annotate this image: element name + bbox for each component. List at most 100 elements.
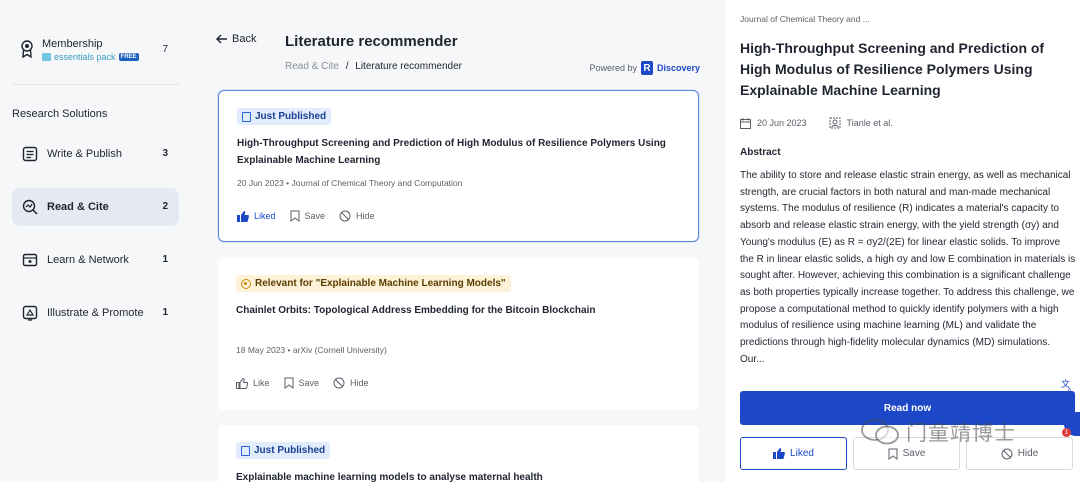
hide-label: Hide (356, 211, 375, 221)
save-button[interactable]: Save (290, 210, 326, 222)
detail-journal: Journal of Chemical Theory and ... (740, 14, 870, 24)
watermark-text: 门童靖博士 (906, 421, 1016, 445)
sidebar-item-count: 1 (162, 307, 168, 318)
sidebar-item-illustrate-promote[interactable]: Illustrate & Promote 1 (12, 294, 179, 332)
illustrate-icon (22, 305, 38, 321)
hide-icon (339, 210, 351, 222)
save-label: Save (304, 211, 326, 221)
detail-authors: Tianle et al. (846, 118, 893, 128)
arrow-left-icon (216, 34, 227, 44)
back-button[interactable]: Back (216, 33, 256, 45)
hide-button[interactable]: Hide (333, 377, 369, 389)
wechat-icon (861, 419, 899, 445)
sidebar-item-label: Read & Cite (47, 201, 109, 213)
badge-label: Relevant for "Explainable Machine Learni… (255, 278, 506, 289)
article-card[interactable]: Just Published High-Throughput Screening… (218, 90, 699, 242)
notification-badge: 1 (1062, 428, 1071, 437)
just-published-badge: Just Published (237, 108, 332, 125)
hide-icon (333, 377, 345, 389)
abstract-text: The ability to store and release elastic… (740, 170, 1076, 365)
write-icon (22, 146, 38, 162)
sidebar-item-count: 1 (162, 254, 168, 265)
badge-label: Just Published (254, 445, 326, 456)
sidebar-item-count: 3 (162, 148, 168, 159)
discovery-brand: Discovery (656, 63, 700, 73)
detail-meta: 20 Jun 2023 Tianle et al. (740, 117, 893, 129)
bookmark-icon (284, 377, 294, 389)
bookmark-icon (290, 210, 300, 222)
book-icon (242, 111, 251, 122)
award-icon (21, 40, 33, 58)
detail-hide-label: Hide (1017, 448, 1039, 459)
membership-count: 7 (162, 44, 168, 55)
detail-liked-button[interactable]: Liked (740, 437, 847, 470)
research-solutions-heading: Research Solutions (12, 108, 108, 120)
thumbs-up-icon (236, 377, 248, 389)
sidebar-item-label: Learn & Network (47, 254, 129, 266)
article-actions: Like Save Hide (236, 377, 369, 389)
abstract-heading: Abstract (740, 147, 781, 158)
hide-icon (1001, 448, 1013, 459)
read-cite-icon (22, 199, 38, 215)
article-title[interactable]: High-Throughput Screening and Prediction… (237, 135, 667, 169)
sidebar-item-learn-network[interactable]: Learn & Network 1 (12, 241, 179, 279)
breadcrumb-parent[interactable]: Read & Cite (285, 61, 339, 72)
discovery-logo: R (640, 61, 653, 75)
article-detail-panel: Journal of Chemical Theory and ... High-… (725, 0, 1080, 482)
thumbs-up-filled-icon (237, 210, 249, 222)
svg-text:A: A (1067, 387, 1072, 394)
free-badge: FREE (118, 53, 139, 61)
thumbs-up-filled-icon (773, 448, 785, 459)
breadcrumb-current: Literature recommender (355, 61, 462, 72)
article-title[interactable]: Explainable machine learning models to a… (236, 469, 666, 482)
like-button[interactable]: Like (236, 377, 270, 389)
detail-liked-label: Liked (790, 448, 814, 459)
authors-icon (829, 117, 841, 129)
sidebar-item-label: Illustrate & Promote (47, 307, 144, 319)
book-icon (241, 445, 250, 456)
hide-button[interactable]: Hide (339, 210, 375, 222)
sidebar-item-count: 2 (162, 201, 168, 212)
badge-label: Just Published (255, 111, 327, 122)
article-title[interactable]: Chainlet Orbits: Topological Address Emb… (236, 302, 666, 319)
membership-subtitle: essentials pack FREE (42, 52, 139, 62)
watermark: 门童靖博士 (860, 417, 1016, 447)
article-card[interactable]: Just Published Explainable machine learn… (218, 425, 699, 482)
just-published-badge: Just Published (236, 442, 331, 459)
detail-title: High-Throughput Screening and Prediction… (740, 40, 1045, 98)
article-meta: 20 Jun 2023 • Journal of Chemical Theory… (237, 178, 463, 188)
save-label: Save (298, 378, 320, 388)
liked-label: Liked (254, 211, 276, 221)
back-label: Back (232, 33, 257, 45)
breadcrumb-separator: / (345, 61, 349, 72)
membership-title: Membership (42, 38, 103, 50)
relevant-badge: Relevant for "Explainable Machine Learni… (236, 275, 511, 292)
page-title: Literature recommender (285, 33, 458, 50)
sidebar-divider (12, 84, 180, 85)
powered-by-label: Powered by (589, 63, 637, 73)
pack-icon (42, 53, 51, 61)
liked-button[interactable]: Liked (237, 210, 276, 222)
calendar-icon (740, 117, 751, 129)
like-label: Like (253, 378, 270, 388)
article-meta: 18 May 2023 • arXiv (Cornell University) (236, 345, 387, 355)
sidebar-item-write-publish[interactable]: Write & Publish 3 (12, 135, 179, 173)
breadcrumb: Read & Cite / Literature recommender (285, 61, 462, 72)
save-button[interactable]: Save (284, 377, 320, 389)
sidebar-item-label: Write & Publish (47, 148, 122, 160)
learn-icon (22, 253, 38, 267)
translate-glyph-icon: 文A (1061, 378, 1072, 395)
detail-save-label: Save (902, 448, 926, 459)
sidebar-item-read-cite[interactable]: Read & Cite 2 (12, 188, 179, 226)
article-card[interactable]: Relevant for "Explainable Machine Learni… (218, 258, 699, 410)
main-panel: Back Literature recommender Read & Cite … (194, 0, 725, 482)
hide-label: Hide (350, 378, 369, 388)
article-actions: Liked Save Hide (237, 210, 375, 222)
target-icon (241, 278, 251, 289)
detail-date: 20 Jun 2023 (757, 118, 807, 128)
powered-by: Powered by R Discovery (589, 61, 700, 75)
bookmark-icon (888, 448, 898, 460)
membership-item[interactable]: Membership essentials pack FREE 7 (12, 30, 178, 72)
translate-icon[interactable]: 文A (1061, 378, 1077, 398)
membership-pack-label: essentials pack (54, 52, 116, 62)
